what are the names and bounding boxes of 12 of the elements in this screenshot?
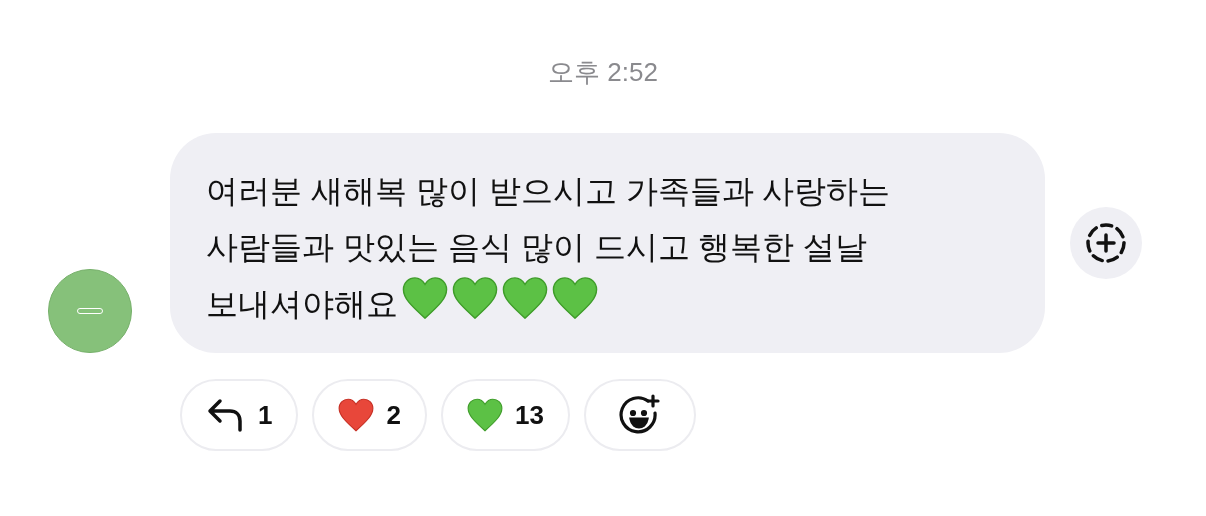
- add-circle-icon: [1084, 221, 1128, 265]
- heart-icon: [466, 397, 503, 433]
- reaction-button[interactable]: 2: [312, 379, 427, 451]
- heart-icon: [452, 275, 498, 321]
- reaction-button[interactable]: 13: [440, 379, 570, 451]
- heart-icon: [338, 397, 375, 433]
- heart-icon: [552, 275, 598, 321]
- message-text: 여러분 새해복 많이 받으시고 가족들과 사랑하는 사람들과 맛있는 음식 많이 드시고 행복한 설날 보내셔야해요: [206, 172, 892, 324]
- timestamp: 오후 2:52: [548, 56, 658, 89]
- reaction-button[interactable]: 1: [180, 379, 299, 451]
- heart-icon: [502, 275, 548, 321]
- heart-icon: [402, 275, 448, 321]
